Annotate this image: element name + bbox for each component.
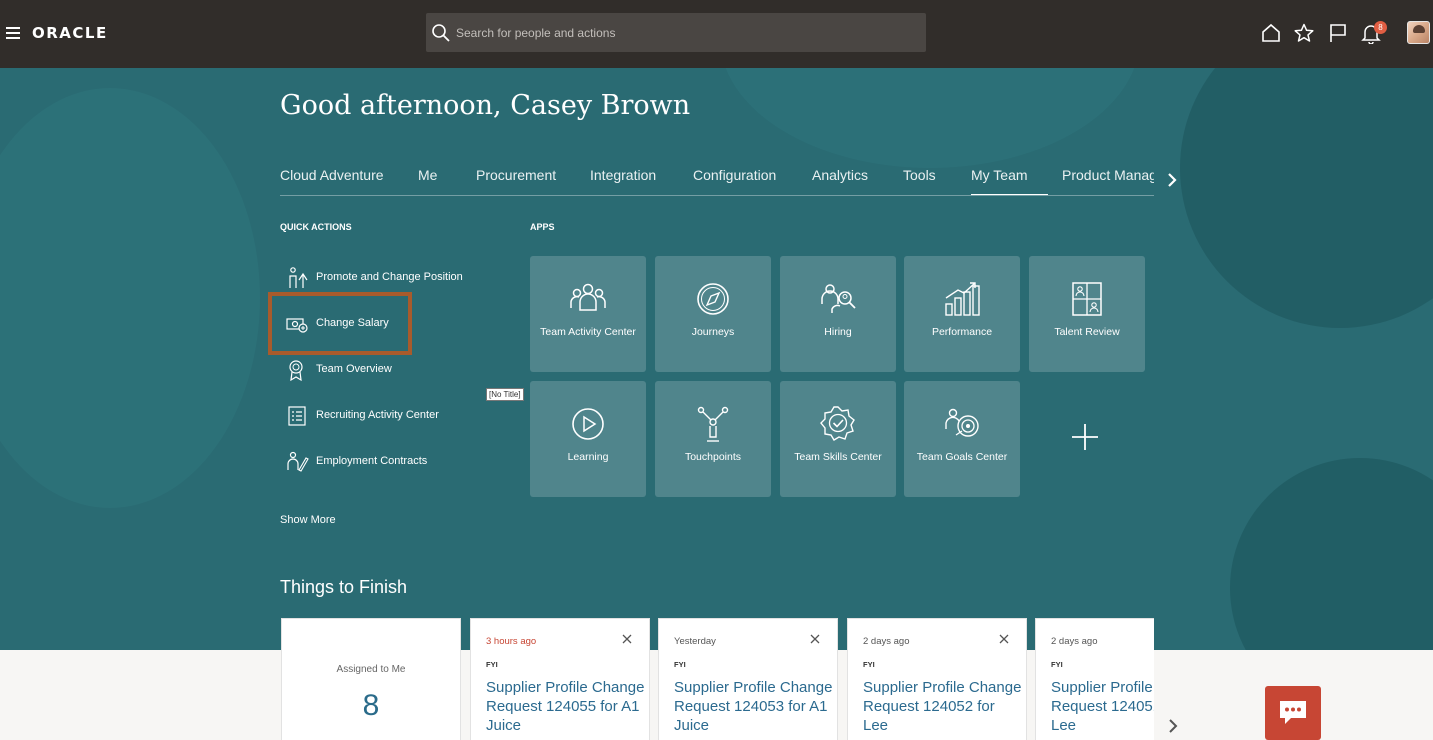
- tab-analytics[interactable]: Analytics: [812, 167, 868, 195]
- task-tag: FYI: [674, 660, 686, 669]
- navigation-tabs: Cloud Adventure Me Procurement Integrati…: [280, 164, 1154, 196]
- global-header: ORACLE 8: [0, 0, 1433, 68]
- award-icon: [289, 360, 303, 382]
- assigned-count: 8: [362, 689, 380, 722]
- background-decoration: [720, 68, 1140, 168]
- tab-cloud-adventure[interactable]: Cloud Adventure: [280, 167, 384, 195]
- quick-action-recruiting-activity-center[interactable]: Recruiting Activity Center: [285, 402, 490, 430]
- close-icon[interactable]: [621, 633, 633, 645]
- add-app-plus-icon[interactable]: [1070, 422, 1100, 452]
- quick-action-team-overview[interactable]: Team Overview: [285, 356, 490, 384]
- team-icon: [570, 283, 606, 311]
- quick-action-label: Employment Contracts: [316, 455, 428, 467]
- touchpoints-icon: [697, 406, 729, 442]
- task-title-link[interactable]: Supplier Profile Change Request 124055 f…: [486, 678, 646, 735]
- things-to-finish-title: Things to Finish: [280, 577, 408, 597]
- chat-bubble-icon: [1280, 701, 1306, 724]
- app-tile-touchpoints[interactable]: Touchpoints: [655, 381, 771, 497]
- favorites-star-icon[interactable]: [1293, 22, 1315, 44]
- task-card[interactable]: 2 days ago FYI Supplier Profile Change R…: [1035, 618, 1154, 740]
- assigned-to-me-label: Assigned to Me: [336, 664, 406, 675]
- app-tile-label: Hiring: [824, 326, 852, 338]
- oracle-logo[interactable]: ORACLE: [32, 24, 108, 42]
- task-time: 3 hours ago: [486, 636, 537, 647]
- talent-grid-icon: [1072, 282, 1102, 316]
- app-tile-journeys[interactable]: Journeys: [655, 256, 771, 372]
- menu-icon[interactable]: [6, 27, 20, 39]
- task-time: 2 days ago: [1051, 636, 1098, 647]
- quick-action-promote-and-change-position[interactable]: Promote and Change Position: [285, 264, 490, 292]
- task-tag: FYI: [1051, 660, 1063, 669]
- assigned-to-me-card[interactable]: Assigned to Me 8: [281, 618, 461, 740]
- play-icon: [572, 408, 604, 440]
- app-tile-team-activity-center[interactable]: Team Activity Center: [530, 256, 646, 372]
- compass-icon: [697, 283, 729, 315]
- app-tile-performance[interactable]: Performance: [904, 256, 1020, 372]
- task-title-link[interactable]: Supplier Profile Change Request 124051 f…: [1051, 678, 1154, 735]
- app-tile-talent-review[interactable]: Talent Review: [1029, 256, 1145, 372]
- quick-action-label: Team Overview: [316, 363, 392, 375]
- promote-icon: [289, 267, 308, 288]
- app-tile-label: Journeys: [691, 326, 735, 338]
- tabs-next-chevron-icon[interactable]: [1165, 172, 1179, 188]
- close-icon[interactable]: [809, 633, 821, 645]
- task-card[interactable]: Yesterday FYI Supplier Profile Change Re…: [658, 618, 838, 740]
- flag-icon[interactable]: [1327, 22, 1349, 44]
- hiring-icon: [821, 284, 856, 313]
- tab-procurement[interactable]: Procurement: [476, 167, 556, 195]
- search-icon: [432, 24, 450, 42]
- user-avatar[interactable]: [1407, 21, 1430, 44]
- task-title-link[interactable]: Supplier Profile Change Request 124053 f…: [674, 678, 834, 735]
- tab-product-management[interactable]: Product Management: [1062, 167, 1154, 195]
- close-icon[interactable]: [998, 633, 1010, 645]
- background-decoration: [1180, 68, 1433, 328]
- search-input[interactable]: [456, 13, 916, 52]
- cards-next-chevron-icon[interactable]: [1166, 717, 1180, 735]
- task-card[interactable]: 3 hours ago FYI Supplier Profile Change …: [470, 618, 650, 740]
- app-tile-learning[interactable]: Learning: [530, 381, 646, 497]
- show-more-link[interactable]: Show More: [280, 514, 336, 526]
- task-time: Yesterday: [674, 636, 716, 647]
- welcome-greeting: Good afternoon, Casey Brown: [280, 90, 691, 121]
- bar-chart-icon: [945, 282, 980, 316]
- app-tile-team-skills-center[interactable]: Team Skills Center: [780, 381, 896, 497]
- tab-tools[interactable]: Tools: [903, 167, 936, 195]
- app-tile-team-goals-center[interactable]: Team Goals Center: [904, 381, 1020, 497]
- quick-action-label: Promote and Change Position: [316, 271, 463, 283]
- task-time: 2 days ago: [863, 636, 910, 647]
- quick-actions-heading: QUICK ACTIONS: [280, 222, 352, 232]
- app-tile-label: Learning: [567, 451, 609, 463]
- tab-my-team[interactable]: My Team: [971, 167, 1048, 195]
- tab-integration[interactable]: Integration: [590, 167, 656, 195]
- app-tile-label: Touchpoints: [684, 451, 742, 463]
- checklist-icon: [288, 406, 306, 426]
- tab-configuration[interactable]: Configuration: [693, 167, 776, 195]
- background-decoration: [1230, 458, 1433, 650]
- app-tile-label: Talent Review: [1054, 326, 1120, 338]
- skills-badge-icon: [820, 406, 855, 441]
- target-icon: [945, 408, 979, 437]
- contract-icon: [287, 451, 309, 472]
- chat-button[interactable]: [1265, 686, 1321, 740]
- quick-action-label: Recruiting Activity Center: [316, 409, 439, 421]
- app-tile-label: Team Activity Center: [540, 326, 636, 338]
- task-tag: FYI: [863, 660, 875, 669]
- task-tag: FYI: [486, 660, 498, 669]
- apps-heading: APPS: [530, 222, 555, 232]
- notification-count-badge: 8: [1374, 21, 1387, 34]
- app-tile-label: Performance: [931, 326, 993, 338]
- search-bar[interactable]: [426, 13, 926, 52]
- task-card[interactable]: 2 days ago FYI Supplier Profile Change R…: [847, 618, 1027, 740]
- tab-me[interactable]: Me: [418, 167, 437, 195]
- tooltip: [No Title]: [486, 388, 524, 401]
- quick-action-employment-contracts[interactable]: Employment Contracts: [285, 448, 490, 476]
- home-icon[interactable]: [1260, 22, 1282, 44]
- app-tile-label: Team Goals Center: [916, 451, 1008, 463]
- app-tile-label: Team Skills Center: [794, 451, 882, 463]
- app-tile-hiring[interactable]: Hiring: [780, 256, 896, 372]
- selection-highlight-box: [268, 292, 412, 355]
- task-title-link[interactable]: Supplier Profile Change Request 124052 f…: [863, 678, 1023, 735]
- background-decoration: [0, 88, 260, 508]
